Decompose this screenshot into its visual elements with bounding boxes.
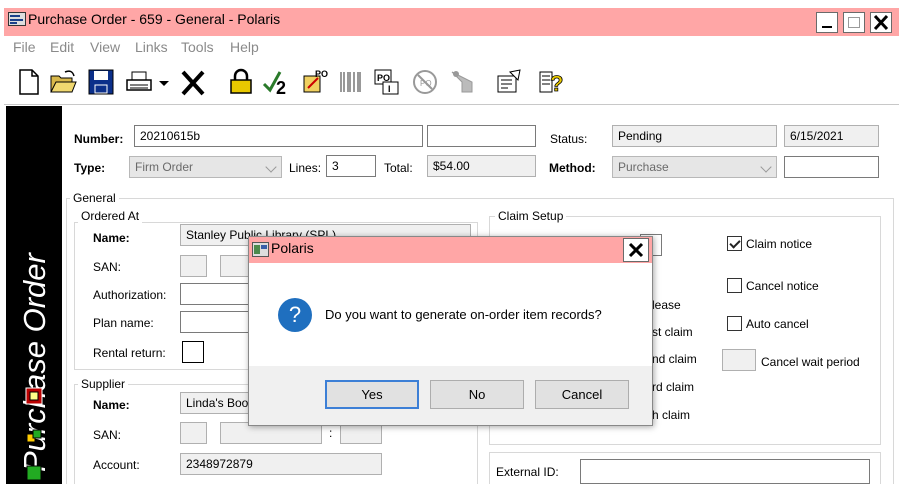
supplier-name-label: Name: xyxy=(93,398,130,412)
svg-text:?: ? xyxy=(550,71,563,96)
minimize-button[interactable] xyxy=(816,12,838,33)
release-po-icon[interactable]: PO xyxy=(300,66,330,98)
ordered-at-title: Ordered At xyxy=(78,209,143,223)
cancel-notice-checkbox[interactable] xyxy=(727,278,742,293)
print-dropdown-icon[interactable] xyxy=(156,66,172,98)
save-icon[interactable] xyxy=(86,66,116,98)
supplier-san-field-1 xyxy=(180,422,207,444)
claim-partial-label-2: st claim xyxy=(652,325,693,339)
authorization-label: Authorization: xyxy=(93,288,167,302)
type-select[interactable]: Firm Order xyxy=(129,156,282,178)
menu-edit[interactable]: Edit xyxy=(50,39,74,55)
ordered-at-name-label: Name: xyxy=(93,231,130,245)
close-icon xyxy=(628,242,644,258)
claim-setup-title: Claim Setup xyxy=(495,209,567,223)
close-icon xyxy=(873,14,889,31)
record-icon[interactable] xyxy=(25,387,43,405)
external-id-field[interactable] xyxy=(580,459,870,484)
method-select[interactable]: Purchase xyxy=(612,156,777,178)
cancel-wait-period-field[interactable] xyxy=(722,349,756,371)
claim-notice-label: Claim notice xyxy=(746,237,813,251)
auto-cancel-checkbox[interactable] xyxy=(727,316,742,331)
number-extra-field[interactable] xyxy=(427,125,536,147)
supplier-san-label: SAN: xyxy=(93,428,122,442)
cancel-wait-period-label: Cancel wait period xyxy=(761,355,860,369)
menu-view[interactable]: View xyxy=(90,39,120,55)
menu-links[interactable]: Links xyxy=(135,39,168,55)
ordered-at-san-field-1 xyxy=(180,255,207,277)
type-label: Type: xyxy=(74,161,106,175)
items-icon[interactable] xyxy=(25,464,43,482)
supplier-san-separator: : xyxy=(329,426,333,440)
app-icon xyxy=(8,12,26,26)
supplier-title: Supplier xyxy=(78,377,129,391)
delete-icon[interactable] xyxy=(178,66,208,98)
method-select-value: Purchase xyxy=(618,160,669,174)
svg-text:PO: PO xyxy=(420,79,432,88)
total-field: $54.00 xyxy=(427,155,536,177)
cancel-po-icon[interactable]: PO xyxy=(410,66,440,98)
no-button[interactable]: No xyxy=(430,380,524,409)
claim-partial-label-4: rd claim xyxy=(652,380,695,394)
rental-return-label: Rental return: xyxy=(93,346,166,360)
rental-return-checkbox[interactable] xyxy=(182,341,204,363)
svg-text:PO: PO xyxy=(315,69,328,79)
question-icon: ? xyxy=(278,298,312,332)
window-title: Purchase Order - 659 - General - Polaris xyxy=(28,11,281,27)
account-label: Account: xyxy=(93,458,140,472)
yes-button[interactable]: Yes xyxy=(325,380,419,409)
dialog-message: Do you want to generate on-order item re… xyxy=(325,307,602,322)
claim-notice-checkbox[interactable] xyxy=(727,236,742,251)
claim-partial-label-3: nd claim xyxy=(652,352,697,366)
method-extra-field[interactable] xyxy=(784,156,879,178)
claim-partial-label-5: h claim xyxy=(652,408,691,422)
menu-file[interactable]: File xyxy=(13,39,36,55)
receive-icon[interactable] xyxy=(448,66,478,98)
barcode-icon[interactable] xyxy=(336,66,366,98)
menu-help[interactable]: Help xyxy=(230,39,259,55)
print-icon[interactable] xyxy=(124,66,154,98)
auto-cancel-label: Auto cancel xyxy=(746,317,809,331)
status-date-field: 6/15/2021 xyxy=(784,125,879,147)
dialog-app-icon xyxy=(252,242,269,257)
lock-icon[interactable] xyxy=(226,66,256,98)
claim-partial-label-1: lease xyxy=(652,298,681,312)
link-icon[interactable] xyxy=(25,428,43,446)
total-label: Total: xyxy=(384,161,413,175)
properties-icon[interactable] xyxy=(494,66,524,98)
status-label: Status: xyxy=(550,132,588,146)
lines-label: Lines: xyxy=(289,161,322,175)
account-field: 2348972879 xyxy=(180,453,382,475)
chevron-down-icon xyxy=(760,161,772,173)
lines-field: 3 xyxy=(326,155,376,177)
number-label: Number: xyxy=(74,132,124,146)
close-button[interactable] xyxy=(870,12,892,33)
dialog-title: Polaris xyxy=(271,240,314,256)
cancel-button[interactable]: Cancel xyxy=(535,380,629,409)
cancel-notice-label: Cancel notice xyxy=(746,279,819,293)
svg-text:I: I xyxy=(388,84,391,94)
ordered-at-san-label: SAN: xyxy=(93,260,122,274)
external-id-label: External ID: xyxy=(496,465,559,479)
method-label: Method: xyxy=(549,161,596,175)
new-icon[interactable] xyxy=(14,66,44,98)
authorization-field[interactable] xyxy=(180,283,250,305)
menu-tools[interactable]: Tools xyxy=(181,39,214,55)
dialog-close-button[interactable] xyxy=(623,238,649,262)
plan-name-label: Plan name: xyxy=(93,316,154,330)
maximize-button[interactable] xyxy=(843,12,865,33)
status-field: Pending xyxy=(612,125,777,147)
type-select-value: Firm Order xyxy=(135,160,193,174)
po-invoice-icon[interactable]: PO I xyxy=(372,66,402,98)
open-icon[interactable] xyxy=(48,66,78,98)
number-field[interactable]: 20210615b xyxy=(134,125,423,147)
check-icon[interactable]: 2 xyxy=(262,66,292,98)
general-group-title: General xyxy=(70,191,119,205)
svg-text:2: 2 xyxy=(276,78,286,98)
chevron-down-icon xyxy=(265,161,277,173)
plan-name-field[interactable] xyxy=(180,311,250,333)
ordered-at-san-field-2 xyxy=(220,255,250,277)
help-icon[interactable]: ? xyxy=(536,66,566,98)
